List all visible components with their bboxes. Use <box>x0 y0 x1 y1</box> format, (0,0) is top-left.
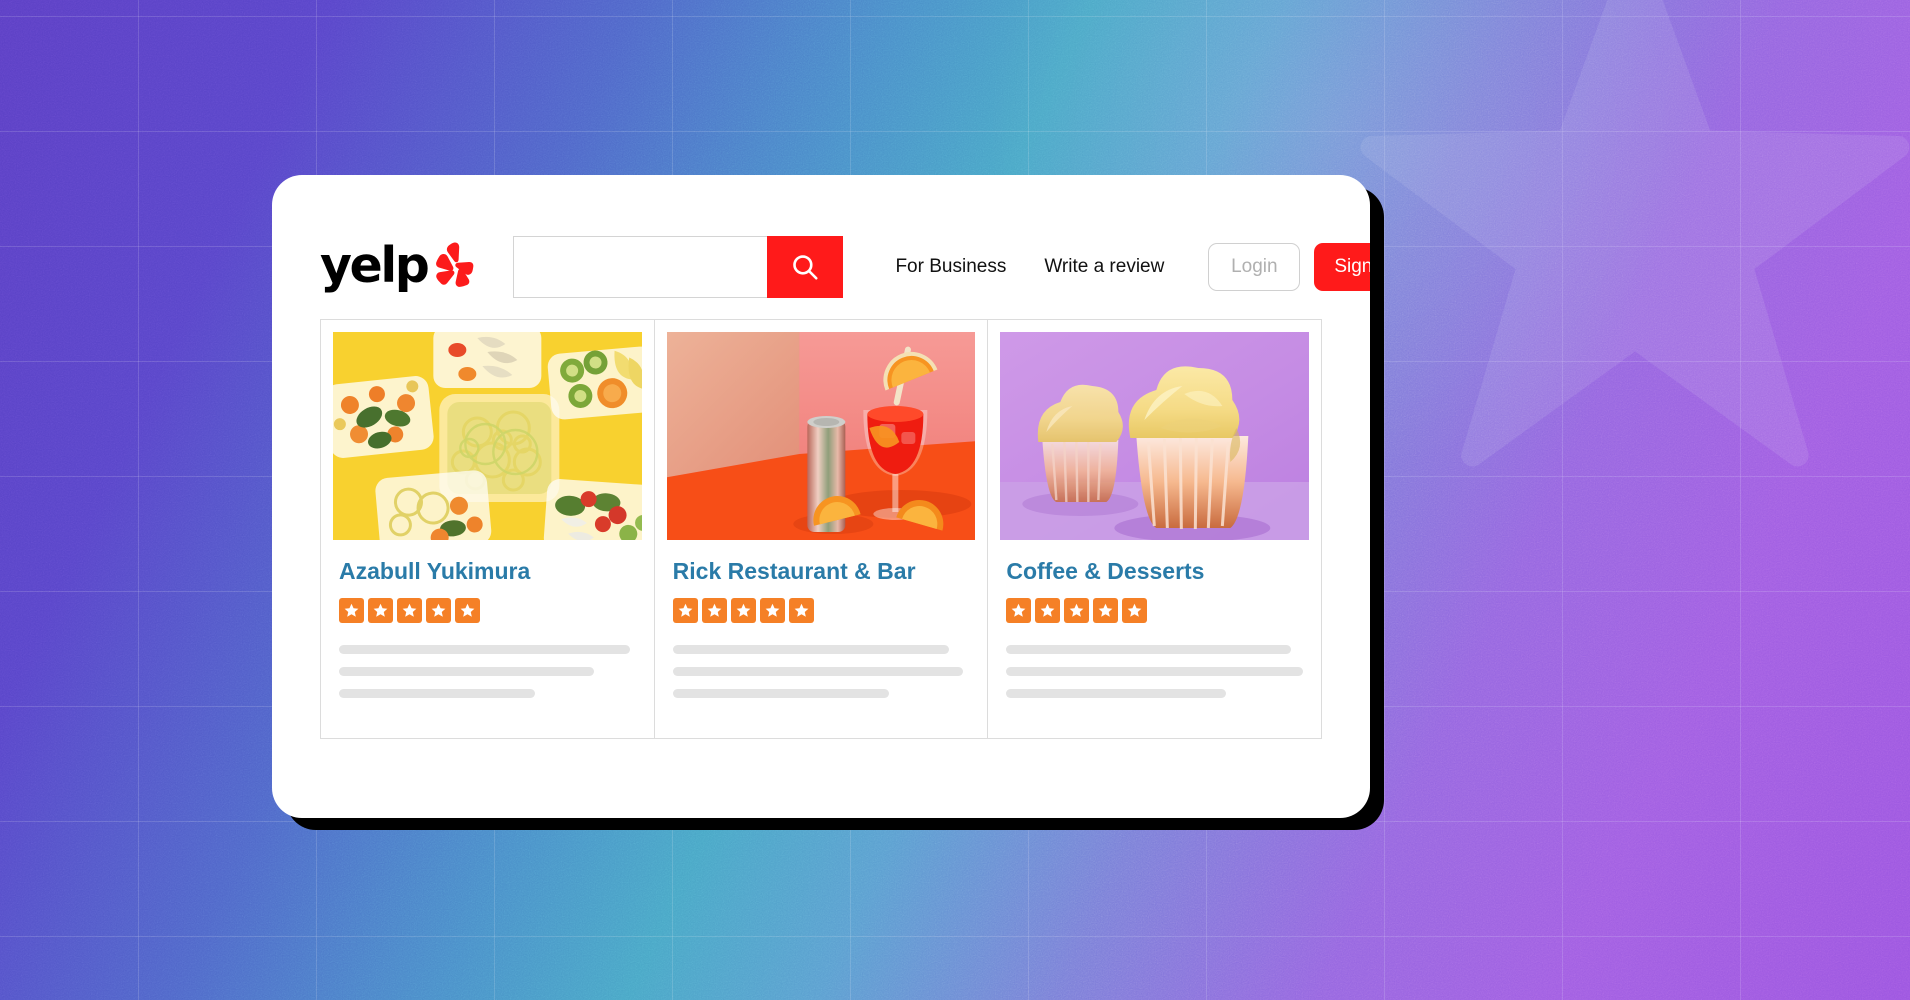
star-icon <box>426 598 451 624</box>
star-rating <box>672 598 970 624</box>
star-icon <box>759 598 785 624</box>
search-icon <box>790 252 820 282</box>
skeleton-line <box>1006 645 1292 655</box>
skeleton-line <box>672 689 890 699</box>
skeleton-line <box>672 667 964 677</box>
site-header: yelp For Business Write a review Login S… <box>272 175 1370 315</box>
nav-link-write-a-review[interactable]: Write a review <box>1044 256 1164 278</box>
signup-button[interactable]: Sign Up <box>1314 243 1370 291</box>
star-icon <box>1093 598 1119 624</box>
star-icon <box>788 598 814 624</box>
card-body: Azabull Yukimura <box>333 540 642 699</box>
nav-link-for-business[interactable]: For Business <box>895 256 1006 278</box>
cupcakes-photo <box>1000 332 1310 540</box>
skeleton-line <box>1006 667 1304 677</box>
page-background: yelp For Business Write a review Login S… <box>0 0 1910 1000</box>
star-icon <box>339 598 364 624</box>
search-input[interactable] <box>513 236 768 298</box>
skeleton-line <box>339 689 535 699</box>
skeleton-line <box>339 645 630 655</box>
star-icon <box>1122 598 1148 624</box>
star-icon <box>701 598 727 624</box>
star-rating <box>339 598 636 624</box>
text-placeholder <box>672 645 970 699</box>
auth-actions: Login Sign Up <box>1208 243 1370 291</box>
search-bar <box>513 236 844 298</box>
meal-prep-containers-photo <box>333 332 642 540</box>
star-icon <box>730 598 756 624</box>
search-button[interactable] <box>767 236 844 298</box>
login-button[interactable]: Login <box>1208 243 1301 291</box>
yelp-logo[interactable]: yelp <box>320 241 475 290</box>
result-card[interactable]: Rick Restaurant & Bar <box>655 320 989 738</box>
result-card[interactable]: Azabull Yukimura <box>321 320 655 738</box>
star-icon <box>672 598 698 624</box>
skeleton-line <box>339 667 595 677</box>
star-icon <box>1035 598 1061 624</box>
yelp-wordmark: yelp <box>320 236 430 294</box>
text-placeholder <box>339 645 636 699</box>
star-icon <box>455 598 480 624</box>
cocktail-orange-photo <box>666 332 976 540</box>
star-icon <box>1006 598 1032 624</box>
skeleton-line <box>672 645 949 655</box>
star-rating <box>1006 598 1303 624</box>
card-body: Coffee & Desserts <box>1000 540 1309 699</box>
star-icon <box>368 598 393 624</box>
card-title[interactable]: Coffee & Desserts <box>1006 558 1303 584</box>
card-title[interactable]: Azabull Yukimura <box>339 558 636 584</box>
text-placeholder <box>1006 645 1304 699</box>
results-grid: Azabull Yukimura Rick Restaurant & Bar C… <box>320 319 1322 739</box>
card-body: Rick Restaurant & Bar <box>667 540 976 699</box>
star-icon <box>397 598 422 624</box>
yelp-burst-icon <box>433 241 475 287</box>
skeleton-line <box>1006 689 1226 699</box>
star-icon <box>1064 598 1090 624</box>
browser-mockup-card: yelp For Business Write a review Login S… <box>272 175 1370 818</box>
main-nav: For Business Write a review <box>895 256 1164 278</box>
star-watermark-icon <box>1355 0 1910 500</box>
result-card[interactable]: Coffee & Desserts <box>988 320 1321 738</box>
card-title[interactable]: Rick Restaurant & Bar <box>673 558 970 584</box>
